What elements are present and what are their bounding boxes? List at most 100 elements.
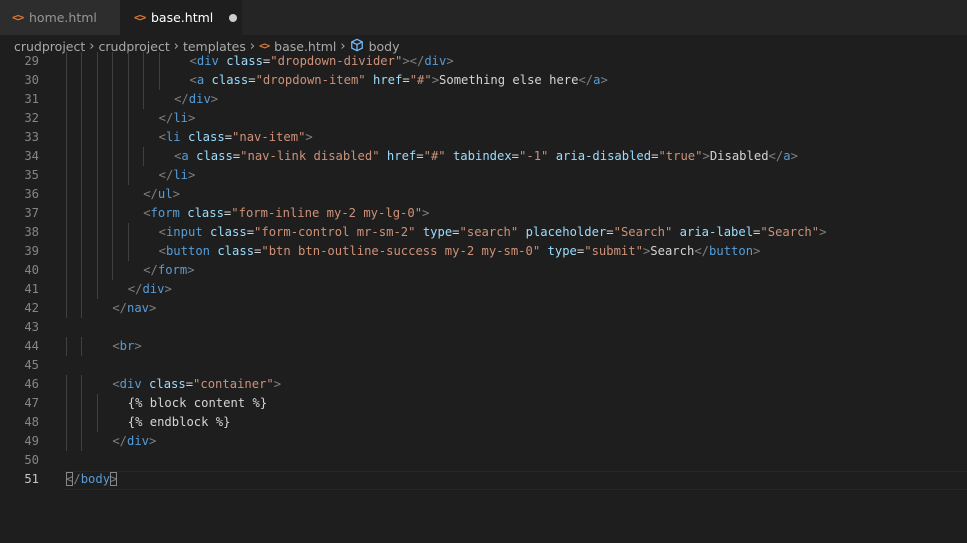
code-text: </div>	[112, 434, 157, 448]
indent-guide	[81, 432, 82, 451]
unsaved-dot-icon[interactable]	[229, 13, 238, 22]
code-text: {% block content %}	[127, 396, 268, 410]
indent-guide	[81, 223, 82, 242]
code-text: {% endblock %}	[127, 415, 231, 429]
indent-guide	[143, 147, 144, 166]
indent-guide	[66, 223, 67, 242]
indent-guide	[128, 109, 129, 128]
code-line[interactable]: 32 </li>	[0, 109, 967, 128]
indent-guide	[81, 242, 82, 261]
indent-guide	[97, 52, 98, 71]
indent-guide	[97, 147, 98, 166]
indent-guide	[97, 223, 98, 242]
line-number: 36	[24, 187, 39, 201]
indent-guide	[81, 413, 82, 432]
line-number: 49	[24, 434, 39, 448]
indent-guide	[66, 280, 67, 299]
code-text: </nav>	[112, 301, 157, 315]
indent-guide	[81, 375, 82, 394]
code-line[interactable]: 50	[0, 451, 967, 470]
html-file-icon: <>	[12, 11, 24, 24]
tab-home-html[interactable]: <> home.html	[0, 0, 120, 35]
indent-guide	[66, 432, 67, 451]
editor-window: <> home.html <> base.html crudproject › …	[0, 0, 967, 543]
indent-guide	[97, 394, 98, 413]
code-line[interactable]: 34 <a class="nav-link disabled" href="#" …	[0, 147, 967, 166]
code-text: </div>	[174, 92, 219, 106]
code-text: </body>	[66, 472, 118, 486]
indent-guide	[128, 242, 129, 261]
indent-guide	[97, 166, 98, 185]
indent-guide	[112, 166, 113, 185]
line-number: 50	[24, 453, 39, 467]
indent-guide	[81, 147, 82, 166]
line-number: 46	[24, 377, 39, 391]
indent-guide	[97, 109, 98, 128]
code-line[interactable]: 35 </li>	[0, 166, 967, 185]
line-number: 34	[24, 149, 39, 163]
code-text: <form class="form-inline my-2 my-lg-0">	[143, 206, 430, 220]
indent-guide	[81, 166, 82, 185]
code-line[interactable]: 51 </body>	[0, 470, 967, 489]
indent-guide	[66, 413, 67, 432]
indent-guide	[66, 71, 67, 90]
indent-guide	[66, 375, 67, 394]
code-text: <div class="dropdown-divider"></div>	[189, 54, 454, 68]
code-line[interactable]: 33 <li class="nav-item">	[0, 128, 967, 147]
code-text: </div>	[127, 282, 172, 296]
indent-guide	[128, 90, 129, 109]
indent-guide	[97, 185, 98, 204]
code-line[interactable]: 40 </form>	[0, 261, 967, 280]
line-number: 47	[24, 396, 39, 410]
code-line[interactable]: 49 </div>	[0, 432, 967, 451]
indent-guide	[112, 223, 113, 242]
code-line[interactable]: 44 <br>	[0, 337, 967, 356]
indent-guide	[66, 128, 67, 147]
indent-guide	[66, 394, 67, 413]
line-number: 37	[24, 206, 39, 220]
code-editor[interactable]: 29 <div class="dropdown-divider"></div> 30…	[0, 52, 967, 543]
indent-guide	[81, 280, 82, 299]
code-line[interactable]: 47 {% block content %}	[0, 394, 967, 413]
indent-guide	[81, 337, 82, 356]
indent-guide	[97, 128, 98, 147]
code-line[interactable]: 41 </div>	[0, 280, 967, 299]
indent-guide	[159, 71, 160, 90]
code-text: <li class="nav-item">	[158, 130, 313, 144]
indent-guide	[66, 185, 67, 204]
code-line[interactable]: 45	[0, 356, 967, 375]
indent-guide	[112, 109, 113, 128]
code-line[interactable]: 48 {% endblock %}	[0, 413, 967, 432]
indent-guide	[81, 90, 82, 109]
indent-guide	[112, 90, 113, 109]
code-line[interactable]: 36 </ul>	[0, 185, 967, 204]
indent-guide	[97, 204, 98, 223]
code-line[interactable]: 30 <a class="dropdown-item" href="#">Some…	[0, 71, 967, 90]
code-line[interactable]: 38 <input class="form-control mr-sm-2" ty…	[0, 223, 967, 242]
line-number: 32	[24, 111, 39, 125]
indent-guide	[81, 71, 82, 90]
line-number: 51	[24, 472, 39, 486]
code-line[interactable]: 42 </nav>	[0, 299, 967, 318]
code-line[interactable]: 31 </div>	[0, 90, 967, 109]
code-line[interactable]: 29 <div class="dropdown-divider"></div>	[0, 52, 967, 71]
code-line[interactable]: 39 <button class="btn btn-outline-success…	[0, 242, 967, 261]
indent-guide	[112, 128, 113, 147]
line-number: 35	[24, 168, 39, 182]
code-text: </ul>	[143, 187, 180, 201]
indent-guide	[81, 52, 82, 71]
indent-guide	[128, 166, 129, 185]
indent-guide	[97, 413, 98, 432]
indent-guide	[128, 71, 129, 90]
line-number: 38	[24, 225, 39, 239]
code-line[interactable]: 46 <div class="container">	[0, 375, 967, 394]
code-line[interactable]: 43	[0, 318, 967, 337]
indent-guide	[97, 280, 98, 299]
indent-guide	[97, 242, 98, 261]
line-number: 43	[24, 320, 39, 334]
tab-base-html[interactable]: <> base.html	[120, 0, 242, 35]
code-line[interactable]: 37 <form class="form-inline my-2 my-lg-0"…	[0, 204, 967, 223]
indent-guide	[143, 90, 144, 109]
indent-guide	[66, 90, 67, 109]
indent-guide	[112, 242, 113, 261]
